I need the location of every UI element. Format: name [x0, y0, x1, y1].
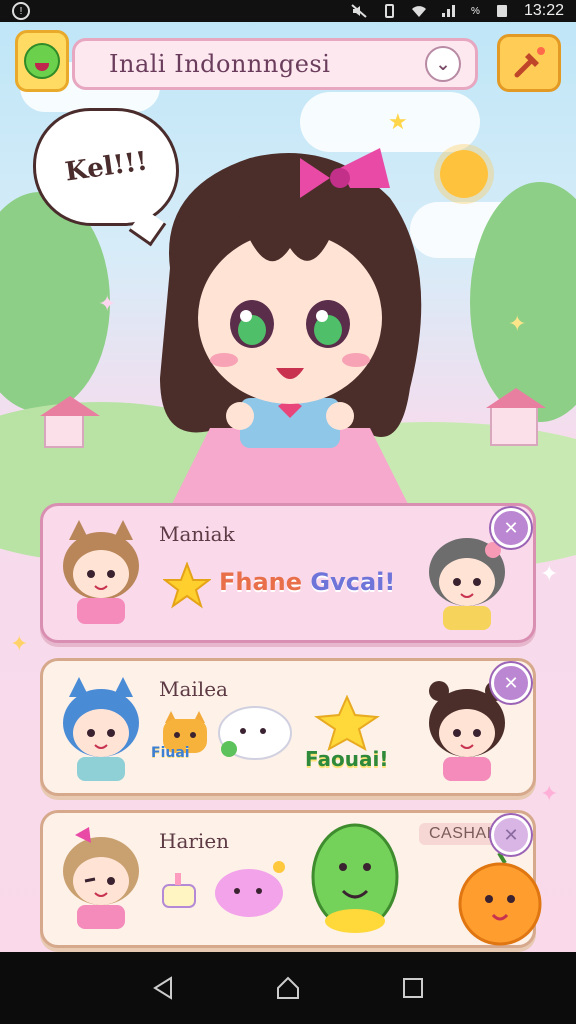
- message-part-1: Fhane: [219, 568, 303, 596]
- close-icon[interactable]: ✕: [491, 663, 531, 703]
- language-select[interactable]: Inali Indonnngesi ⌄: [72, 38, 478, 90]
- status-icons: % 13:22: [351, 2, 564, 20]
- star-icon: [163, 562, 211, 609]
- avatar: [63, 827, 139, 929]
- sun-icon: [440, 150, 488, 198]
- star-icon: ✦: [10, 632, 29, 657]
- navigation-bar: [0, 952, 576, 1024]
- close-icon[interactable]: ✕: [491, 508, 531, 548]
- house: [486, 388, 546, 446]
- recents-icon[interactable]: [393, 968, 433, 1008]
- status-bar: ! % 13:22: [0, 0, 576, 22]
- status-badge: CASHAI: [419, 823, 502, 845]
- chevron-down-icon[interactable]: ⌄: [425, 46, 461, 82]
- cake-sticker-icon: [162, 873, 196, 908]
- avatar: [63, 677, 139, 781]
- star-icon: ✦: [540, 562, 559, 587]
- chat-card[interactable]: Maniak Fhane Gvcai! ✕: [40, 503, 536, 643]
- tool-button[interactable]: [497, 34, 561, 92]
- app-mascot-icon[interactable]: [15, 30, 69, 92]
- battery-label: %: [471, 5, 480, 17]
- message-part-2: Gvcai!: [310, 568, 396, 596]
- chat-card[interactable]: Mailea Fiuai Faouai! ✕: [40, 658, 536, 796]
- mute-icon: [351, 4, 367, 18]
- star-icon: ✦: [98, 292, 117, 317]
- chat-card[interactable]: Harien CASHAI ✕: [40, 810, 542, 948]
- contact-name: Maniak: [159, 522, 235, 546]
- star-icon: ✦: [508, 312, 527, 337]
- orange-mascot-icon: [458, 851, 542, 946]
- battery-icon: [496, 5, 507, 17]
- star-icon: ✦: [540, 782, 559, 807]
- sticker-label: Fiuai: [151, 745, 190, 761]
- speech-text: Kel!!!: [62, 146, 150, 188]
- star-icon: [314, 695, 380, 751]
- main-character: [160, 148, 422, 508]
- house: [40, 396, 100, 448]
- green-creature-icon: [311, 823, 399, 933]
- home-icon[interactable]: [268, 968, 308, 1008]
- chat-message: Fhane Gvcai!: [219, 568, 395, 596]
- contact-name: Harien: [159, 829, 230, 853]
- avatar: [63, 520, 139, 624]
- signal-icon: [442, 5, 456, 17]
- alert-icon: !: [12, 2, 30, 20]
- ghost-sticker-icon: [218, 706, 292, 760]
- clock: 13:22: [523, 2, 564, 19]
- vibrate-icon: [385, 4, 395, 18]
- tool-icon: [514, 47, 545, 78]
- language-label: Inali Indonnngesi: [109, 50, 331, 78]
- chat-message: Faouai!: [305, 747, 389, 771]
- wifi-icon: [412, 6, 427, 17]
- pink-creature-icon: [215, 861, 285, 917]
- mascot-face-icon: [24, 43, 60, 79]
- contact-name: Mailea: [159, 677, 228, 701]
- close-icon[interactable]: ✕: [491, 815, 531, 855]
- back-icon[interactable]: [143, 968, 183, 1008]
